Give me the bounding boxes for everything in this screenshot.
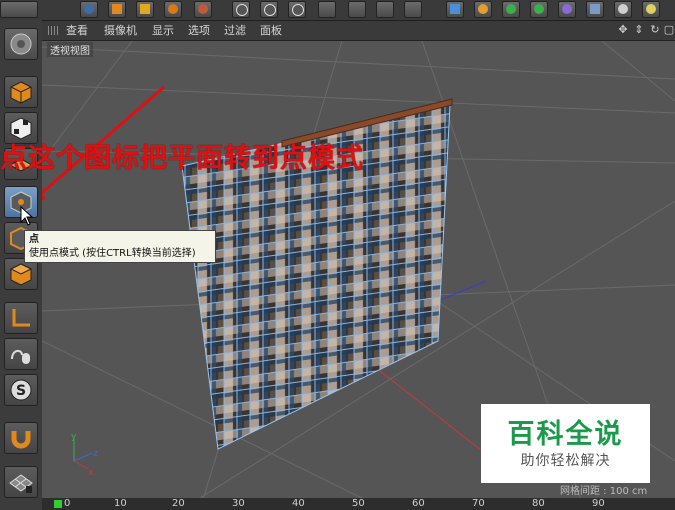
magnet-icon[interactable] [4,422,38,454]
y-axis-icon[interactable] [260,1,278,18]
live-selection-icon[interactable] [80,1,98,18]
menu-camera[interactable]: 摄像机 [104,21,137,40]
menu-view[interactable]: 查看 [66,21,88,40]
watermark-subtitle: 助你轻松解决 [520,453,611,469]
render-picture-icon[interactable] [376,1,394,18]
z-axis-icon[interactable] [288,1,306,18]
scale-icon[interactable] [136,1,154,18]
tweak-icon[interactable] [4,338,38,370]
timeline-tick: 20 [172,498,185,509]
menu-display[interactable]: 显示 [152,21,174,40]
model-mode-icon[interactable] [4,76,38,108]
deformer-icon[interactable] [558,1,576,18]
svg-text:S: S [16,383,26,399]
mouse-cursor-icon [20,206,34,226]
timeline-tick: 40 [292,498,305,509]
light-icon[interactable] [642,1,660,18]
snap-icon[interactable]: S [4,374,38,406]
timeline-tick: 10 [114,498,127,509]
tooltip-title: 点 [29,234,39,245]
move-camera-icon[interactable]: ⇕ [632,23,646,37]
array-icon[interactable] [530,1,548,18]
watermark: 百科全说 助你轻松解决 [481,404,650,483]
timeline-tick: 0 [64,498,71,509]
menu-options[interactable]: 选项 [188,21,210,40]
recent-tool-icon[interactable] [194,1,212,18]
timeline-tick: 60 [412,498,425,509]
svg-text:z: z [93,449,98,459]
menubar-grip-icon[interactable] [48,26,58,35]
menu-filter[interactable]: 过滤 [224,21,246,40]
render-view-icon[interactable] [348,1,366,18]
annotation-text: 点这个图标把平面转到点模式 [0,143,364,174]
cinema4d-logo-icon[interactable] [4,28,38,60]
timeline-tick: 90 [592,498,605,509]
spline-icon[interactable] [474,1,492,18]
workplane-icon[interactable] [4,466,38,498]
left-toolbar: S [0,20,43,510]
pan-icon[interactable]: ✥ [616,23,630,37]
timeline-tick: 80 [532,498,545,509]
scene-floor-icon[interactable] [586,1,604,18]
timeline-tick: 50 [352,498,365,509]
timeline-tick: 30 [232,498,245,509]
x-axis-icon[interactable] [232,1,250,18]
tooltip: 点 使用点模式 (按住CTRL转换当前选择) [24,230,216,263]
rotate-camera-icon[interactable]: ↻ [648,23,662,37]
coordinate-system-icon[interactable] [318,1,336,18]
timeline-tick: 70 [472,498,485,509]
top-toolbar [0,0,675,21]
timeline-playhead[interactable] [54,500,62,508]
svg-text:x: x [88,468,94,478]
axis-icon[interactable] [4,302,38,334]
tooltip-description: 使用点模式 (按住CTRL转换当前选择) [29,248,196,259]
undo-icon[interactable] [0,1,38,18]
timeline-ruler[interactable]: 0 10 20 30 40 50 60 70 80 90 [42,498,675,510]
menu-panel[interactable]: 面板 [260,21,282,40]
move-icon[interactable] [108,1,126,18]
maximize-view-icon[interactable]: ▢ [662,23,675,37]
svg-text:y: y [71,432,77,442]
cube-primitive-icon[interactable] [446,1,464,18]
viewport-menubar: 查看 摄像机 显示 选项 过滤 面板 ✥ ⇕ ↻ ▢ [42,21,675,41]
viewport-label: 透视视图 [47,42,93,57]
camera-icon[interactable] [614,1,632,18]
grid-spacing-status: 网格间距 : 100 cm [560,486,648,497]
render-settings-icon[interactable] [404,1,422,18]
nurbs-icon[interactable] [502,1,520,18]
world-axis-gizmo: y z x [71,432,98,478]
rotate-icon[interactable] [164,1,182,18]
watermark-title: 百科全说 [507,419,624,450]
